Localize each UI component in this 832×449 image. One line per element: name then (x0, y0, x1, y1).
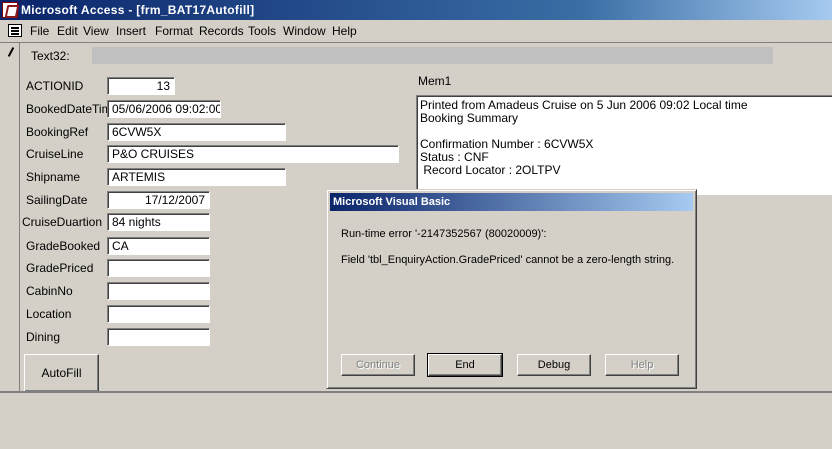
debug-button[interactable]: Debug (517, 354, 591, 376)
grade-priced-field[interactable] (107, 259, 210, 277)
window-title: Microsoft Access - [frm_BAT17Autofill] (21, 3, 255, 17)
location-field[interactable] (107, 305, 210, 323)
dialog-title[interactable]: Microsoft Visual Basic (330, 193, 693, 211)
actionid-field[interactable]: 13 (107, 77, 175, 95)
sailing-date-field[interactable]: 17/12/2007 (107, 191, 210, 209)
pencil-icon (7, 47, 15, 57)
cabin-no-field[interactable] (107, 282, 210, 300)
cruise-line-label: CruiseLine (26, 147, 84, 161)
menu-format[interactable]: Format (155, 24, 193, 38)
shipname-field[interactable]: ARTEMIS (107, 168, 286, 186)
cruise-line-field[interactable]: P&O CRUISES (107, 145, 399, 163)
location-label: Location (26, 307, 72, 321)
mem1-label: Mem1 (418, 74, 452, 88)
grade-booked-label: GradeBooked (26, 239, 101, 253)
menu-tools[interactable]: Tools (248, 24, 276, 38)
grade-priced-label: GradePriced (26, 261, 94, 275)
menu-file[interactable]: File (30, 24, 49, 38)
menu-window[interactable]: Window (283, 24, 326, 38)
record-selector[interactable] (0, 43, 20, 391)
menu-edit[interactable]: Edit (57, 24, 78, 38)
menu-bar: File Edit View Insert Format Records Too… (0, 20, 832, 42)
booking-ref-field[interactable]: 6CVW5X (107, 123, 286, 141)
title-bar: Microsoft Access - [frm_BAT17Autofill] (0, 0, 832, 20)
text32-field[interactable] (92, 47, 773, 64)
continue-button[interactable]: Continue (341, 354, 415, 376)
dining-field[interactable] (107, 328, 210, 346)
form-icon[interactable] (8, 24, 22, 37)
cruise-duration-field[interactable]: 84 nights (107, 213, 210, 231)
menu-view[interactable]: View (83, 24, 109, 38)
menu-records[interactable]: Records (199, 24, 244, 38)
autofill-button[interactable]: AutoFill (24, 354, 99, 392)
status-bar (0, 391, 832, 449)
booking-ref-label: BookingRef (26, 125, 89, 139)
mem-line: Record Locator : 2OLTPV (420, 163, 561, 177)
error-message: Field 'tbl_EnquiryAction.GradePriced' ca… (341, 254, 675, 266)
cabin-no-label: CabinNo (26, 284, 73, 298)
text32-label: Text32: (31, 49, 70, 63)
mem1-field[interactable]: Printed from Amadeus Cruise on 5 Jun 200… (416, 95, 832, 195)
grade-booked-field[interactable]: CA (107, 237, 210, 255)
cruise-duration-label: CruiseDuartion (22, 215, 103, 229)
error-dialog: Microsoft Visual Basic Run-time error '-… (326, 189, 697, 389)
booked-datetime-label: BookedDateTim (26, 102, 112, 116)
help-button[interactable]: Help (605, 354, 679, 376)
booked-datetime-field[interactable]: 05/06/2006 09:02:00 (107, 100, 221, 118)
sailing-date-label: SailingDate (26, 193, 88, 207)
actionid-label: ACTIONID (26, 79, 84, 93)
menu-insert[interactable]: Insert (116, 24, 146, 38)
error-code: Run-time error '-2147352567 (80020009)': (341, 228, 547, 240)
dining-label: Dining (26, 330, 61, 344)
end-button[interactable]: End (427, 353, 503, 377)
menu-help[interactable]: Help (332, 24, 357, 38)
access-key-icon[interactable] (2, 2, 18, 18)
shipname-label: Shipname (26, 170, 81, 184)
mem-line: Booking Summary (420, 111, 519, 125)
